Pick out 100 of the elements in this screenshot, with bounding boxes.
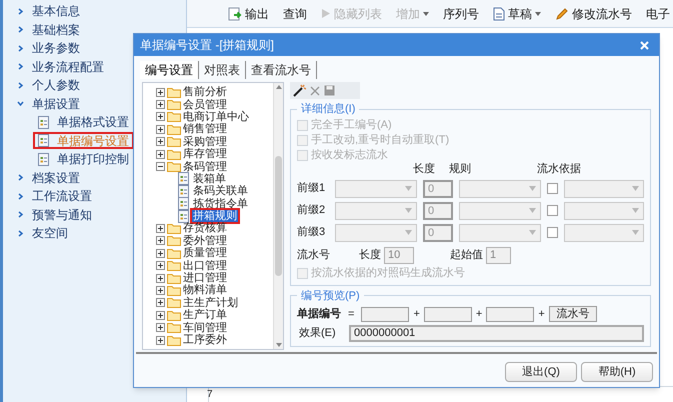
play-icon (321, 8, 331, 19)
tree-item[interactable]: 委外管理 (183, 234, 227, 247)
dropdown-field[interactable] (459, 224, 541, 242)
toolbar-button[interactable]: 查询 (280, 2, 310, 24)
expand-icon[interactable] (156, 124, 165, 134)
tab[interactable]: 查看流水号 (246, 61, 317, 79)
expand-icon[interactable] (156, 150, 165, 159)
caret-icon (405, 208, 412, 213)
toolbar-button[interactable]: 电子 (643, 2, 673, 24)
dropdown-field[interactable] (335, 224, 417, 242)
expand-icon[interactable] (156, 323, 165, 332)
expand-icon[interactable] (156, 100, 165, 110)
folder-icon (167, 284, 181, 296)
checkbox-label: 完全手工编号(A) (311, 118, 392, 133)
plus-sign: + (413, 306, 420, 322)
field-label: 效果(E) (298, 326, 337, 342)
dropdown-field[interactable] (564, 202, 644, 220)
caret-icon (632, 208, 639, 213)
sidebar-subitem[interactable]: 单据格式设置 (33, 114, 134, 131)
expand-icon[interactable] (156, 137, 165, 146)
checkbox[interactable] (547, 183, 558, 194)
toolbar-button[interactable]: 输出 (225, 2, 272, 24)
equals-sign: = (348, 306, 354, 322)
expand-icon[interactable] (156, 310, 165, 320)
serial-number-button[interactable]: 流水号 (548, 306, 597, 322)
dropdown-field[interactable] (564, 224, 644, 242)
document-icon (38, 116, 49, 129)
tree-item[interactable]: 工序委外 (183, 334, 227, 346)
sidebar-item[interactable]: 基本信息 (17, 2, 186, 20)
tree-item[interactable]: 主生产计划 (183, 296, 238, 309)
dropdown-field[interactable] (335, 180, 417, 198)
tree-item[interactable]: 车间管理 (183, 322, 227, 334)
expand-icon[interactable] (156, 336, 165, 344)
tree-item[interactable]: 物料清单 (183, 284, 227, 296)
checkbox[interactable] (547, 205, 558, 216)
sidebar-item[interactable]: 工作流设置 (17, 187, 186, 206)
expand-icon[interactable] (156, 261, 165, 270)
scrollbar[interactable] (273, 83, 283, 349)
scroll-down-icon[interactable] (276, 343, 282, 347)
chevron-right-icon (17, 44, 24, 52)
close-icon[interactable] (640, 40, 649, 50)
column-header: 规则 (449, 162, 472, 177)
toolbar-button[interactable]: 修改流水号 (552, 2, 635, 24)
dropdown-field[interactable] (564, 180, 644, 198)
tree-item[interactable]: 售前分析 (183, 86, 227, 98)
tree-item[interactable]: 库存管理 (183, 148, 227, 160)
expand-icon[interactable] (156, 286, 165, 295)
tree-item[interactable]: 拼箱规则 (192, 210, 238, 222)
dialog-button[interactable]: 帮助(H) (581, 362, 653, 382)
dropdown-field[interactable] (459, 180, 541, 198)
tree-item[interactable]: 条码关联单 (192, 185, 249, 198)
sidebar-subitem[interactable]: 单据打印控制 (33, 150, 134, 168)
folder-icon (167, 161, 181, 172)
tree-item[interactable]: 采购管理 (183, 136, 227, 148)
tree-item[interactable]: 生产订单 (183, 309, 227, 322)
folder-icon (167, 86, 181, 98)
dropdown-field[interactable] (459, 202, 541, 220)
expand-icon[interactable] (156, 88, 165, 97)
tree-item[interactable]: 电商订单中心 (183, 110, 249, 123)
field-label: 前缀2 (297, 203, 326, 218)
expand-icon[interactable] (156, 112, 165, 122)
document-icon (38, 152, 49, 166)
chevron-right-icon (17, 8, 24, 15)
caret-icon (529, 208, 536, 213)
caret-icon (529, 230, 536, 235)
field-label: 流水号 (297, 248, 331, 264)
toolbar-button[interactable]: 草稿 (490, 2, 544, 24)
tree-item[interactable]: 装箱单 (192, 172, 227, 185)
dialog-button[interactable]: 退出(Q) (505, 362, 577, 382)
folder-icon (167, 334, 181, 346)
checkbox[interactable] (547, 227, 558, 238)
folder-icon (167, 111, 181, 122)
tree-item[interactable]: 出口管理 (183, 260, 227, 272)
collapse-icon[interactable] (156, 162, 165, 172)
toolbar-button[interactable]: 序列号 (440, 2, 482, 24)
dropdown-field[interactable] (335, 202, 417, 220)
tab[interactable]: 编号设置 (140, 61, 199, 79)
export-icon (228, 6, 242, 20)
pencil-icon (555, 6, 569, 20)
tree-item[interactable]: 存货核算 (183, 222, 227, 234)
magic-wand-icon[interactable] (292, 84, 306, 97)
save-icon[interactable] (324, 85, 335, 96)
expand-icon[interactable] (156, 224, 165, 233)
tree-item[interactable]: 销售管理 (183, 123, 227, 136)
delete-icon[interactable] (310, 86, 320, 96)
tree-item[interactable]: 会员管理 (183, 98, 227, 111)
tree-item[interactable]: 质量管理 (183, 247, 227, 260)
tab[interactable]: 对照表 (199, 61, 246, 79)
chevron-right-icon (17, 211, 24, 218)
sidebar-item[interactable]: 基础档案 (17, 20, 186, 39)
field-label: 单据编号 (297, 306, 341, 322)
expand-icon[interactable] (156, 298, 165, 308)
checkbox-label: 按收发标志流水 (311, 148, 388, 163)
expand-icon[interactable] (156, 274, 165, 283)
expand-icon[interactable] (156, 248, 165, 258)
expand-icon[interactable] (156, 236, 165, 246)
scroll-up-icon[interactable] (276, 85, 282, 89)
tree-item[interactable]: 条码管理 (183, 160, 227, 173)
document-icon (178, 184, 189, 198)
tree-item[interactable]: 进口管理 (183, 272, 227, 284)
